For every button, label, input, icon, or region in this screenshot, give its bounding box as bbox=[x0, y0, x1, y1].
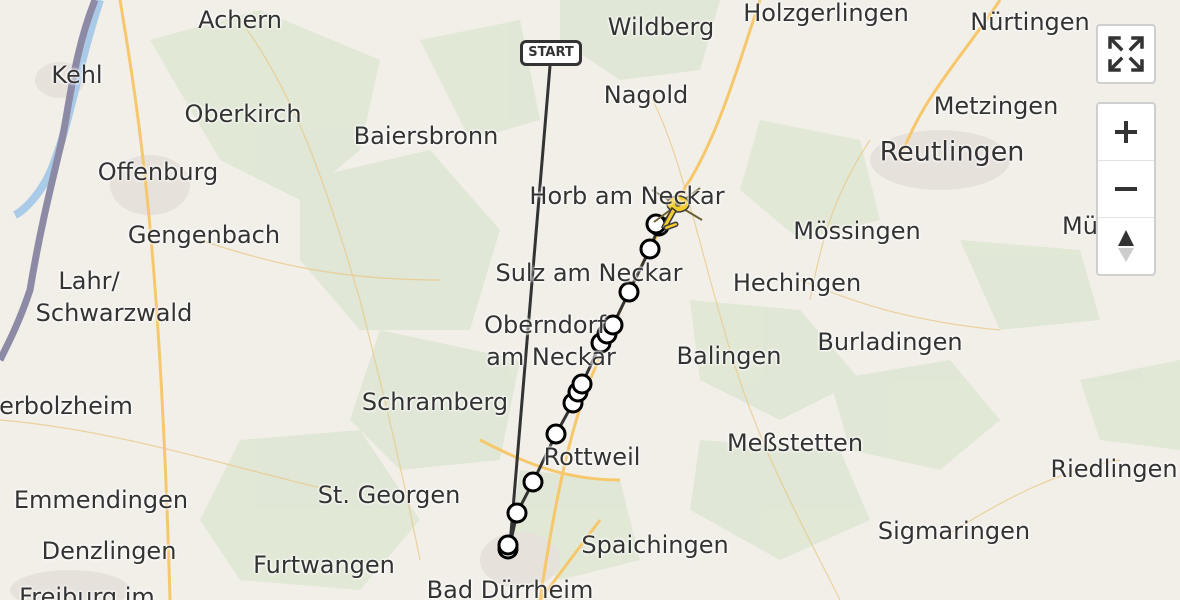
place-label: Rottweil bbox=[543, 443, 641, 471]
place-label: Denzlingen bbox=[41, 537, 177, 565]
place-label: Mü bbox=[1062, 212, 1098, 240]
place-label: Horb am Neckar bbox=[529, 182, 725, 210]
place-label: Furtwangen bbox=[253, 551, 395, 579]
fullscreen-icon bbox=[1108, 36, 1144, 72]
zoom-out-button[interactable] bbox=[1098, 160, 1154, 217]
place-label: Spaichingen bbox=[581, 531, 729, 559]
place-label: Metzingen bbox=[933, 92, 1059, 120]
place-label: Holzgerlingen bbox=[743, 0, 909, 27]
route-start-label: START bbox=[520, 40, 582, 66]
place-label: Reutlingen bbox=[879, 136, 1025, 168]
place-label: Wildberg bbox=[607, 13, 715, 41]
place-label: Nürtingen bbox=[970, 8, 1090, 36]
place-label: Gengenbach bbox=[127, 221, 281, 249]
place-label: erbolzheim bbox=[0, 392, 133, 420]
compass-icon bbox=[1118, 230, 1134, 262]
place-label: Baiersbronn bbox=[353, 122, 499, 150]
place-label: Kehl bbox=[51, 61, 103, 89]
place-label: Schwarzwald bbox=[35, 299, 193, 327]
place-label: Hechingen bbox=[732, 269, 862, 297]
zoom-in-button[interactable] bbox=[1098, 104, 1154, 160]
place-label: Emmendingen bbox=[13, 486, 189, 514]
place-label: Sigmaringen bbox=[877, 517, 1031, 545]
navigation-control bbox=[1096, 102, 1156, 276]
place-label: Nagold bbox=[603, 81, 689, 109]
place-label: Oberkirch bbox=[184, 100, 302, 128]
place-label: Lahr/ bbox=[58, 267, 120, 295]
fullscreen-button[interactable] bbox=[1098, 26, 1154, 82]
place-label: Freiburg im bbox=[19, 583, 155, 600]
place-label: am Neckar bbox=[486, 343, 616, 371]
place-label: Sulz am Neckar bbox=[495, 259, 683, 287]
place-label: Meßstetten bbox=[726, 429, 864, 457]
plus-icon bbox=[1115, 121, 1137, 143]
reset-north-button[interactable] bbox=[1098, 217, 1154, 274]
place-label: St. Georgen bbox=[317, 481, 461, 509]
minus-icon bbox=[1115, 187, 1137, 191]
place-label: Oberndorf bbox=[484, 311, 606, 339]
place-label: Balingen bbox=[676, 342, 782, 370]
place-label: Mössingen bbox=[793, 217, 921, 245]
place-label: Riedlingen bbox=[1050, 455, 1178, 483]
place-label: Offenburg bbox=[97, 158, 219, 186]
map-view[interactable]: Achern Wildberg Holzgerlingen Nürtingen Kehl… bbox=[0, 0, 1180, 600]
fullscreen-control bbox=[1096, 24, 1156, 84]
place-label: Bad Dürrheim bbox=[426, 576, 594, 600]
place-label: Burladingen bbox=[817, 328, 963, 356]
place-label: Achern bbox=[198, 6, 282, 34]
place-label: Schramberg bbox=[361, 388, 509, 416]
